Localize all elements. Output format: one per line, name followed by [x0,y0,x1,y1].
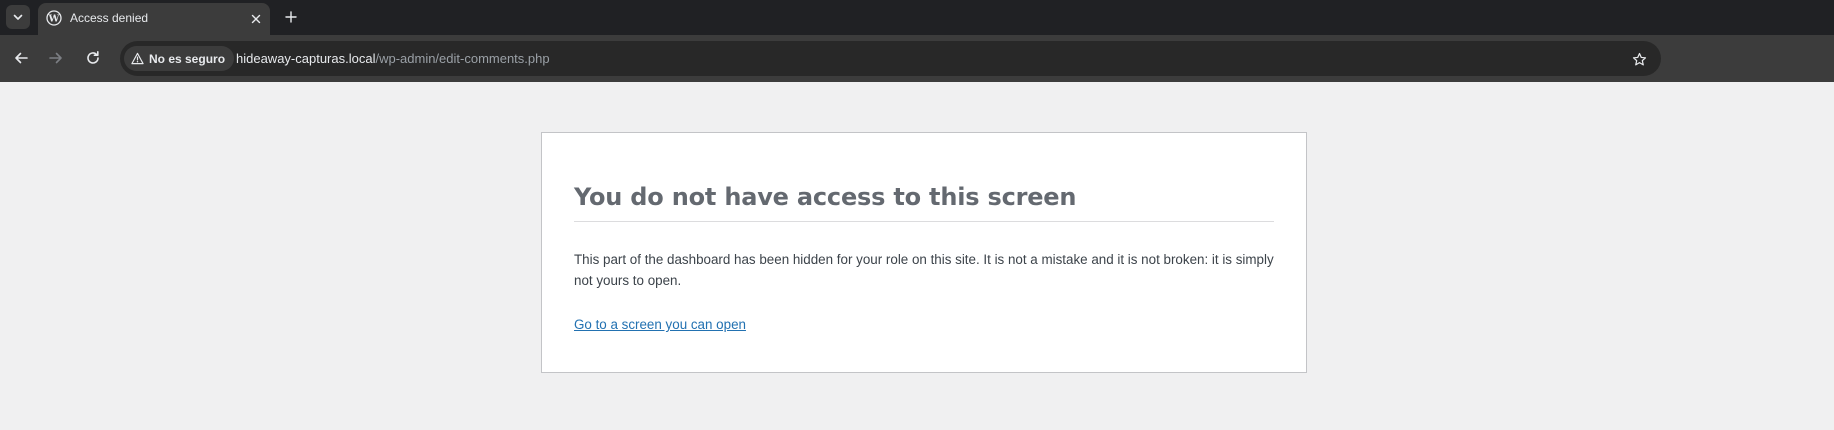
tab-close-button[interactable] [248,11,264,27]
access-denied-card: You do not have access to this screen Th… [541,132,1307,373]
url-host: hideaway-capturas.local [236,51,376,66]
security-label: No es seguro [149,51,226,66]
plus-icon [285,11,297,23]
browser-toolbar: No es seguro hideaway-capturas.local/wp-… [0,35,1834,82]
star-icon [1632,52,1646,65]
browser-tab-strip: W Access denied [0,0,1834,35]
reload-button[interactable] [81,46,105,70]
bookmark-button[interactable] [1629,49,1649,69]
arrow-left-icon [15,52,28,64]
tab-access-denied[interactable]: W Access denied [38,3,270,35]
page-body: You do not have access to this screen Th… [0,82,1834,430]
warning-icon [131,52,144,65]
wordpress-icon: W [46,10,62,26]
address-bar[interactable]: No es seguro hideaway-capturas.local/wp-… [120,41,1661,76]
url-path: /wp-admin/edit-comments.php [375,51,550,66]
close-icon [251,14,261,24]
go-to-allowed-screen-link[interactable]: Go to a screen you can open [574,317,746,332]
back-button[interactable] [9,46,33,70]
arrow-right-icon [49,52,62,64]
access-message: This part of the dashboard has been hidd… [574,252,1274,288]
security-chip[interactable]: No es seguro [124,46,235,71]
svg-text:W: W [48,14,60,25]
forward-button[interactable] [44,46,68,70]
reload-icon [87,51,99,64]
tab-search-button[interactable] [6,5,30,29]
new-tab-button[interactable] [280,6,302,28]
chevron-down-icon [13,14,23,20]
url-text[interactable]: hideaway-capturas.local/wp-admin/edit-co… [236,51,550,66]
title-divider [574,221,1274,222]
tab-title: Access denied [70,11,149,25]
page-title: You do not have access to this screen [574,183,1077,211]
